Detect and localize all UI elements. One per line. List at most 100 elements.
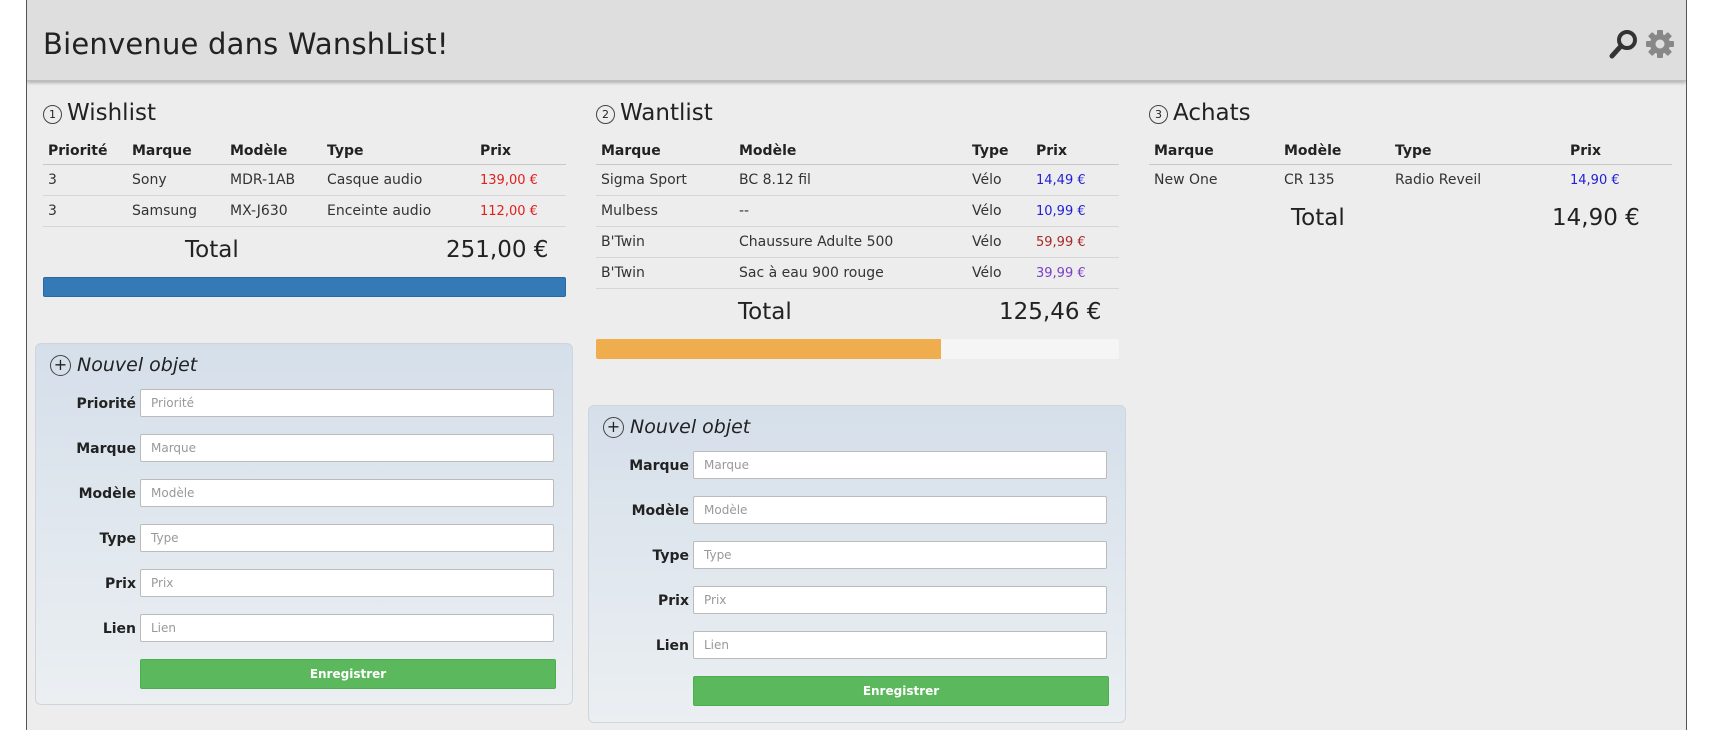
prix-input[interactable] — [140, 569, 554, 597]
cell-priorite: 3 — [43, 164, 127, 196]
table-row[interactable]: New One CR 135 Radio Reveil 14,90 € — [1149, 165, 1672, 196]
form-row-lien: Lien — [589, 631, 1125, 661]
form-row-lien: Lien — [36, 614, 572, 644]
column-header[interactable]: Marque — [1149, 138, 1279, 165]
cell-modele: -- — [734, 195, 967, 227]
cell-marque: Sigma Sport — [596, 164, 734, 196]
cell-marque: Samsung — [127, 195, 225, 227]
cell-modele: Chaussure Adulte 500 — [734, 226, 967, 258]
cell-type: Vélo — [967, 195, 1031, 227]
column-header[interactable]: Prix — [1565, 138, 1672, 165]
table-row[interactable]: B'Twin Chaussure Adulte 500 Vélo 59,99 € — [596, 226, 1119, 258]
cell-type: Casque audio — [322, 164, 475, 196]
column-header[interactable]: Priorité — [43, 138, 127, 165]
table-row[interactable]: Mulbess -- Vélo 10,99 € — [596, 195, 1119, 227]
total-value: 14,90 € — [1552, 205, 1640, 231]
field-label: Lien — [655, 638, 689, 654]
cell-type: Enceinte audio — [322, 195, 475, 227]
cell-modele: BC 8.12 fil — [734, 164, 967, 196]
achats-heading: 3 Achats — [1149, 98, 1679, 128]
modele-input[interactable] — [693, 496, 1107, 524]
cell-marque: New One — [1154, 172, 1218, 188]
cell-type: Vélo — [967, 257, 1031, 289]
achats-title: Achats — [1173, 100, 1251, 126]
cell-prix: 39,99 € — [1031, 257, 1119, 289]
form-row-prix: Prix — [589, 586, 1125, 616]
table-header-row: Priorité Marque Modèle Type Prix — [43, 138, 566, 165]
modele-input[interactable] — [140, 479, 554, 507]
cell-marque: Mulbess — [596, 195, 734, 227]
top-bar: Bienvenue dans WanshList! — [27, 0, 1686, 81]
table-row[interactable]: 3 Sony MDR-1AB Casque audio 139,00 € — [43, 164, 566, 196]
total-label: Total — [185, 237, 239, 263]
cell-modele: CR 135 — [1284, 172, 1335, 188]
total-label: Total — [738, 299, 792, 325]
wantlist-progress-bar — [596, 339, 1119, 359]
save-button[interactable]: Enregistrer — [140, 659, 556, 689]
column-header[interactable]: Marque — [596, 138, 734, 165]
toolbar-icons — [1608, 28, 1676, 60]
table-header-row: Marque Modèle Type Prix — [596, 138, 1119, 165]
wishlist-number-icon: 1 — [43, 104, 62, 124]
form-row-prix: Prix — [36, 569, 572, 599]
wantlist-title: Wantlist — [620, 100, 713, 126]
table-header-row: Marque Modèle Type Prix — [1149, 138, 1672, 165]
save-button[interactable]: Enregistrer — [693, 676, 1109, 706]
total-value: 125,46 € — [999, 299, 1102, 325]
form-heading: + Nouvel objet — [50, 354, 197, 376]
priorite-input[interactable] — [140, 389, 554, 417]
cell-prix: 139,00 € — [475, 164, 566, 196]
table-row[interactable]: Sigma Sport BC 8.12 fil Vélo 14,49 € — [596, 164, 1119, 196]
search-icon[interactable] — [1608, 28, 1640, 60]
page-title: Bienvenue dans WanshList! — [43, 27, 449, 61]
form-title: Nouvel objet — [630, 416, 751, 438]
table-row[interactable]: B'Twin Sac à eau 900 rouge Vélo 39,99 € — [596, 257, 1119, 289]
field-label: Marque — [76, 441, 136, 457]
form-row-modele: Modèle — [589, 496, 1125, 526]
gear-icon[interactable] — [1644, 28, 1676, 60]
cell-prix: 59,99 € — [1031, 226, 1119, 258]
field-label: Modèle — [631, 503, 689, 519]
lien-input[interactable] — [693, 631, 1107, 659]
table-row[interactable]: 3 Samsung MX-J630 Enceinte audio 112,00 … — [43, 195, 566, 227]
field-label: Modèle — [78, 486, 136, 502]
column-header[interactable]: Type — [1390, 138, 1565, 165]
form-row-type: Type — [589, 541, 1125, 571]
total-label: Total — [1291, 205, 1345, 231]
marque-input[interactable] — [140, 434, 554, 462]
cell-prix: 112,00 € — [475, 195, 566, 227]
column-header[interactable]: Modèle — [1279, 138, 1390, 165]
plus-circle-icon: + — [603, 416, 624, 438]
cell-priorite: 3 — [43, 195, 127, 227]
cell-modele: MDR-1AB — [225, 164, 322, 196]
column-header[interactable]: Marque — [127, 138, 225, 165]
lien-input[interactable] — [140, 614, 554, 642]
column-header[interactable]: Type — [322, 138, 475, 165]
form-heading: + Nouvel objet — [603, 416, 750, 438]
cell-marque: B'Twin — [596, 226, 734, 258]
wishlist-total: Total 251,00 € — [43, 227, 566, 275]
cell-prix: 10,99 € — [1031, 195, 1119, 227]
form-row-priorite: Priorité — [36, 389, 572, 419]
cell-type: Vélo — [967, 226, 1031, 258]
wishlist-table: Priorité Marque Modèle Type Prix 3 Sony … — [43, 138, 566, 227]
column-header[interactable]: Prix — [475, 138, 566, 165]
prix-input[interactable] — [693, 586, 1107, 614]
marque-input[interactable] — [693, 451, 1107, 479]
column-header[interactable]: Modèle — [225, 138, 322, 165]
field-label: Marque — [629, 458, 689, 474]
achats-section: 3 Achats Marque Modèle Type Prix New One… — [1149, 98, 1679, 243]
column-header[interactable]: Prix — [1031, 138, 1119, 165]
type-input[interactable] — [140, 524, 554, 552]
column-header[interactable]: Type — [967, 138, 1031, 165]
cell-marque: Sony — [127, 164, 225, 196]
field-label: Priorité — [76, 396, 136, 412]
field-label: Prix — [105, 576, 136, 592]
field-label: Type — [652, 548, 689, 564]
wishlist-title: Wishlist — [67, 100, 156, 126]
column-header[interactable]: Modèle — [734, 138, 967, 165]
achats-number-icon: 3 — [1149, 104, 1168, 124]
form-row-marque: Marque — [36, 434, 572, 464]
field-label: Type — [99, 531, 136, 547]
type-input[interactable] — [693, 541, 1107, 569]
